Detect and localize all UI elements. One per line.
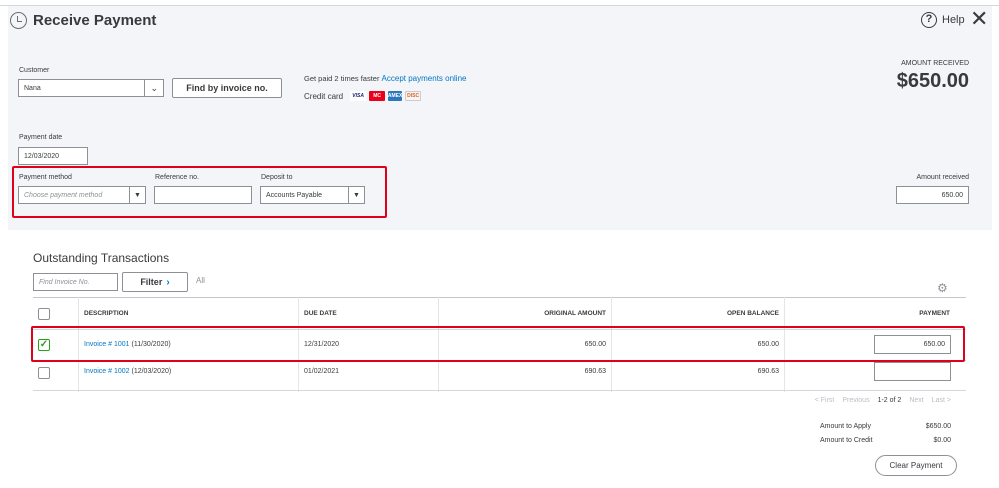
customer-value: Nana [24, 84, 41, 92]
last-page-link[interactable]: Last > [932, 397, 951, 404]
customer-label: Customer [19, 67, 50, 74]
gear-icon[interactable]: ⚙ [937, 281, 948, 295]
close-icon[interactable]: ✕ [970, 8, 988, 30]
reference-no-label: Reference no. [155, 174, 199, 181]
col-open-balance[interactable]: OPEN BALANCE [727, 310, 779, 317]
history-icon[interactable] [10, 12, 27, 29]
mastercard-icon: MC [369, 91, 386, 101]
amex-icon: AMEX [387, 91, 403, 101]
col-original-amount[interactable]: ORIGINAL AMOUNT [544, 310, 606, 317]
chevron-right-icon: › [166, 276, 170, 288]
highlight-box-selected-row [31, 326, 965, 362]
promo-text: Get paid 2 times faster [304, 74, 380, 83]
payment-method-select[interactable]: Choose payment method ▼ [18, 186, 146, 204]
amount-to-apply-label: Amount to Apply [820, 423, 871, 430]
credit-card-row: Credit card VISA MC AMEX DISC [304, 91, 422, 101]
page-range: 1-2 of 2 [877, 397, 902, 404]
amount-to-credit-label: Amount to Credit [820, 437, 873, 444]
credit-card-label: Credit card [304, 91, 344, 101]
invoice-link[interactable]: Invoice # 1002 [84, 368, 130, 375]
row-original-amount: 690.63 [584, 368, 606, 375]
caret-down-icon: ▼ [348, 187, 364, 203]
table-row[interactable]: Invoice # 1002 (12/03/2020) 01/02/2021 6… [33, 361, 966, 390]
page-title: Receive Payment [33, 12, 157, 29]
col-payment[interactable]: PAYMENT [919, 310, 950, 317]
invoice-date: (12/03/2020) [131, 368, 172, 375]
reference-no-input[interactable] [154, 186, 252, 204]
accept-payments-link[interactable]: Accept payments online [382, 74, 467, 83]
col-due-date[interactable]: DUE DATE [304, 310, 337, 317]
next-page-link[interactable]: Next [909, 397, 923, 404]
amount-received-label: AMOUNT RECEIVED [901, 60, 969, 67]
amount-received-field-label: Amount received [916, 174, 969, 181]
deposit-to-select[interactable]: Accounts Payable ▼ [260, 186, 365, 204]
discover-icon: DISC [405, 91, 422, 101]
find-by-invoice-button[interactable]: Find by invoice no. [172, 78, 282, 98]
customer-select[interactable]: Nana ⌄ [18, 79, 164, 97]
select-all-checkbox[interactable] [38, 308, 50, 320]
outstanding-title: Outstanding Transactions [33, 251, 170, 265]
help-icon[interactable]: ? [921, 12, 937, 28]
amount-to-credit-value: $0.00 [933, 437, 951, 444]
pagination: < First Previous 1-2 of 2 Next Last > [815, 397, 951, 404]
row-due-date: 01/02/2021 [304, 368, 340, 375]
chevron-down-icon: ⌄ [144, 80, 158, 96]
col-description[interactable]: DESCRIPTION [84, 310, 128, 317]
payment-method-label: Payment method [19, 174, 72, 181]
deposit-to-value: Accounts Payable [266, 191, 323, 199]
row-description: Invoice # 1002 (12/03/2020) [84, 368, 171, 375]
amount-received-input[interactable]: 650.00 [896, 186, 969, 204]
all-label: All [196, 276, 205, 285]
filter-label: Filter [140, 277, 163, 287]
invoice-search-input[interactable]: Find Invoice No. [33, 273, 118, 291]
row-open-balance: 690.63 [757, 368, 779, 375]
deposit-to-label: Deposit to [261, 174, 293, 181]
visa-icon: VISA [350, 91, 367, 101]
payment-date-label: Payment date [19, 134, 63, 141]
amount-received-total: $650.00 [896, 70, 969, 92]
payment-date-input[interactable]: 12/03/2020 [18, 147, 88, 165]
row-payment-input[interactable] [874, 362, 951, 381]
help-link[interactable]: Help [942, 14, 965, 26]
first-page-link[interactable]: < First [815, 397, 835, 404]
invoice-search-placeholder: Find Invoice No. [39, 278, 90, 286]
clear-payment-button[interactable]: Clear Payment [875, 455, 957, 476]
previous-page-link[interactable]: Previous [842, 397, 869, 404]
amount-to-apply-value: $650.00 [925, 423, 951, 430]
payments-promo: Get paid 2 times faster Accept payments … [304, 74, 466, 83]
payment-method-placeholder: Choose payment method [24, 191, 103, 199]
row-checkbox[interactable] [38, 367, 50, 379]
caret-down-icon: ▼ [129, 187, 145, 203]
filter-button[interactable]: Filter › [122, 272, 188, 292]
